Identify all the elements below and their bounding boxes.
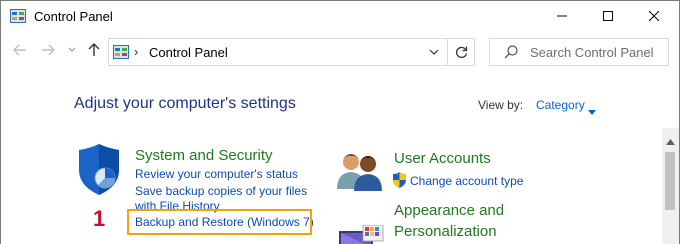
recent-locations-button[interactable]: [61, 39, 83, 61]
view-by-label: View by:: [478, 98, 524, 112]
minimize-button[interactable]: [539, 1, 585, 31]
users-icon[interactable]: [335, 151, 385, 196]
category-system-and-security[interactable]: System and Security: [135, 147, 273, 164]
title-bar[interactable]: Control Panel: [1, 1, 679, 31]
uac-shield-icon: [392, 172, 407, 193]
control-panel-window: Control Panel › Control Panel Search Con…: [0, 0, 680, 244]
category-personalization[interactable]: Personalization: [394, 223, 497, 240]
search-icon: [504, 45, 518, 59]
link-review-status[interactable]: Review your computer's status: [135, 167, 298, 181]
monitor-icon[interactable]: [337, 224, 387, 244]
search-placeholder: Search Control Panel: [530, 45, 654, 60]
breadcrumb-control-panel[interactable]: Control Panel: [149, 45, 228, 60]
control-panel-icon: [113, 45, 129, 59]
view-by-dropdown[interactable]: Category: [536, 98, 585, 112]
link-change-account-type[interactable]: Change account type: [410, 174, 523, 188]
control-panel-icon: [10, 9, 26, 23]
breadcrumb-separator[interactable]: ›: [134, 44, 138, 59]
annotation-number: 1: [93, 206, 106, 231]
back-button[interactable]: [9, 39, 31, 61]
link-file-history[interactable]: Save backup copies of your files: [135, 184, 307, 198]
caret-down-icon[interactable]: [588, 102, 596, 115]
search-input[interactable]: Search Control Panel: [489, 38, 669, 66]
scroll-up-icon[interactable]: [666, 132, 675, 145]
category-user-accounts[interactable]: User Accounts: [394, 150, 491, 167]
vertical-scrollbar[interactable]: [662, 128, 679, 244]
address-dropdown-button[interactable]: [423, 41, 445, 63]
refresh-button[interactable]: [447, 39, 475, 65]
up-button[interactable]: [83, 39, 105, 61]
close-button[interactable]: [631, 1, 677, 31]
category-appearance[interactable]: Appearance and: [394, 202, 504, 219]
address-bar[interactable]: › Control Panel: [108, 38, 475, 66]
shield-icon[interactable]: [75, 144, 121, 201]
window-title: Control Panel: [34, 9, 113, 24]
page-title: Adjust your computer's settings: [74, 95, 296, 112]
maximize-button[interactable]: [585, 1, 631, 31]
forward-button[interactable]: [37, 39, 59, 61]
scrollbar-thumb[interactable]: [665, 152, 675, 210]
highlight-box: [127, 209, 312, 235]
